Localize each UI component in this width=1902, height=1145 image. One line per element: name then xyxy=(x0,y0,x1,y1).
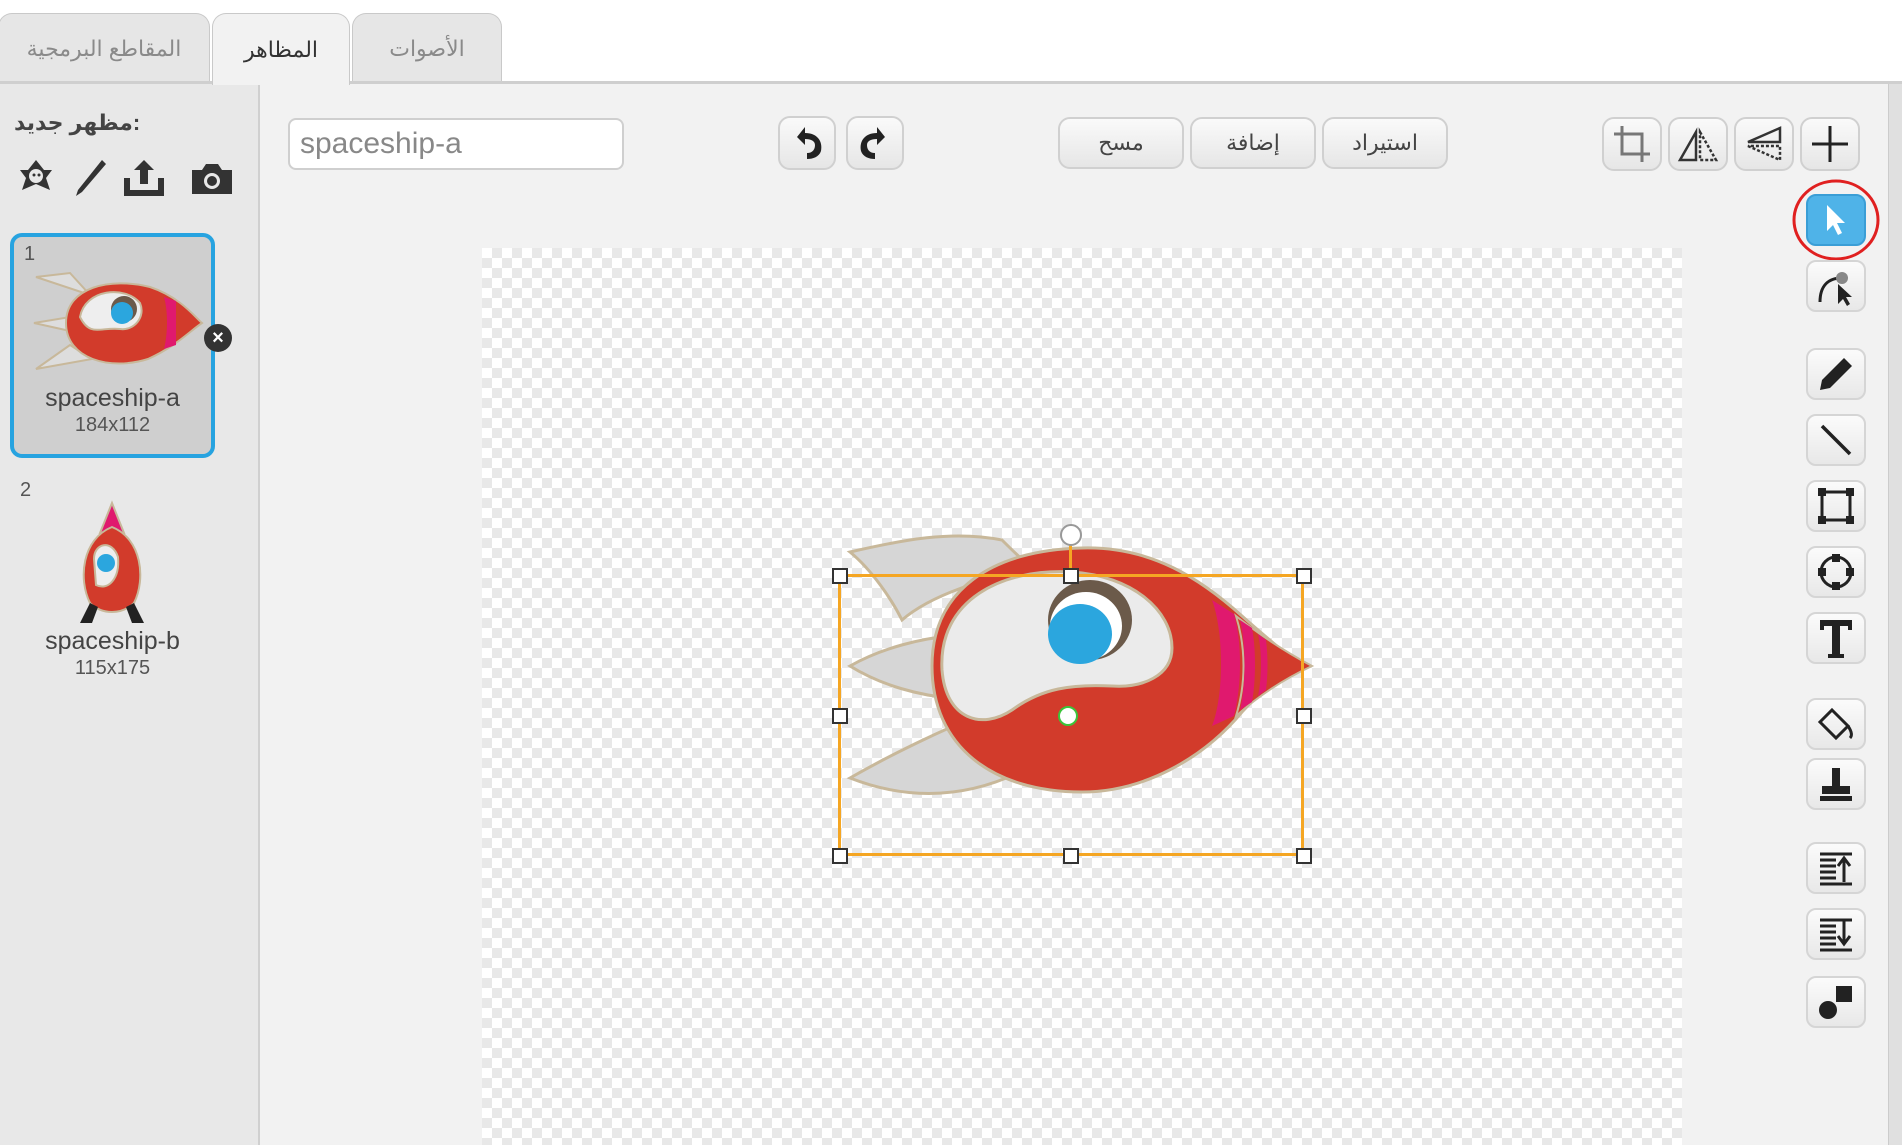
costume-name: spaceship-a xyxy=(45,384,180,412)
crop-icon xyxy=(1614,126,1650,162)
rectangle-tool[interactable] xyxy=(1806,480,1866,532)
tab-scripts[interactable]: المقاطع البرمجية xyxy=(0,13,210,83)
new-costume-label: مظهر جديد: xyxy=(14,110,141,135)
ellipse-icon xyxy=(1818,554,1854,590)
fill-tool[interactable] xyxy=(1806,698,1866,750)
group-tool[interactable] xyxy=(1806,976,1866,1028)
costume-number: 1 xyxy=(24,243,36,265)
resize-handle-top-right[interactable] xyxy=(1296,568,1312,584)
text-icon xyxy=(1820,620,1852,658)
costume-thumbnail-rocket-a xyxy=(33,271,204,370)
crop-button[interactable] xyxy=(1602,117,1662,171)
delete-costume-icon[interactable]: × xyxy=(204,324,232,352)
costume-name-input[interactable]: spaceship-a xyxy=(288,118,624,170)
costume-size: 115x175 xyxy=(74,657,151,679)
camera-icon[interactable] xyxy=(188,154,236,202)
costume-list-pane: مظهر جديد: 1 spaceship-a 184x112 × 2 spa… xyxy=(0,84,260,1145)
resize-handle-left[interactable] xyxy=(832,708,848,724)
resize-handle-top-left[interactable] xyxy=(832,568,848,584)
reshape-icon xyxy=(1818,272,1852,306)
set-center-icon xyxy=(1812,126,1848,162)
reshape-tool[interactable] xyxy=(1806,260,1866,312)
line-tool[interactable] xyxy=(1806,414,1866,466)
paint-bucket-icon xyxy=(1817,707,1853,741)
line-icon xyxy=(1820,424,1852,456)
undo-icon xyxy=(797,127,822,159)
tab-sounds[interactable]: الأصوات xyxy=(352,13,502,83)
redo-button[interactable] xyxy=(846,116,904,170)
text-tool[interactable] xyxy=(1806,612,1866,664)
highlight-ring xyxy=(1792,179,1880,261)
bring-forward-tool[interactable] xyxy=(1806,842,1866,894)
resize-handle-bottom-left[interactable] xyxy=(832,848,848,864)
send-backward-icon xyxy=(1820,918,1852,952)
flip-horizontal-icon xyxy=(1677,127,1719,162)
stamp-tool[interactable] xyxy=(1806,758,1866,810)
set-center-button[interactable] xyxy=(1800,117,1860,171)
editor-scrollbar[interactable] xyxy=(1888,84,1902,1145)
pencil-icon xyxy=(1820,358,1852,390)
flip-vertical-icon xyxy=(1747,126,1782,162)
ellipse-tool[interactable] xyxy=(1806,546,1866,598)
resize-handle-bottom-right[interactable] xyxy=(1296,848,1312,864)
clear-button[interactable]: مسح xyxy=(1058,117,1184,169)
resize-handle-top[interactable] xyxy=(1063,568,1079,584)
tab-costumes[interactable]: المظاهر xyxy=(212,13,350,85)
pencil-tool[interactable] xyxy=(1806,348,1866,400)
paintbrush-icon[interactable] xyxy=(66,154,114,202)
resize-handle-right[interactable] xyxy=(1296,708,1312,724)
costume-size: 184x112 xyxy=(74,414,151,436)
costume-center-marker[interactable] xyxy=(1058,706,1078,726)
rectangle-icon xyxy=(1818,488,1854,524)
undo-button[interactable] xyxy=(778,116,836,170)
costume-item-1[interactable]: 1 spaceship-a 184x112 xyxy=(10,233,215,458)
costume-item-2[interactable]: 2 spaceship-b 115x175 xyxy=(10,479,215,704)
costume-number: 2 xyxy=(20,479,32,501)
upload-icon[interactable] xyxy=(120,154,168,202)
paint-canvas[interactable] xyxy=(482,248,1682,1145)
costume-thumbnail-rocket-b xyxy=(80,500,144,623)
send-backward-tool[interactable] xyxy=(1806,908,1866,960)
costume-name: spaceship-b xyxy=(45,627,180,655)
flip-vertical-button[interactable] xyxy=(1734,117,1794,171)
flip-horizontal-button[interactable] xyxy=(1668,117,1728,171)
sprite-library-icon[interactable] xyxy=(12,154,60,202)
rotation-handle[interactable] xyxy=(1060,524,1082,546)
bring-forward-icon xyxy=(1820,852,1852,886)
redo-icon xyxy=(860,127,885,159)
group-icon xyxy=(1819,986,1852,1019)
resize-handle-bottom[interactable] xyxy=(1063,848,1079,864)
add-button[interactable]: إضافة xyxy=(1190,117,1316,169)
stamp-icon xyxy=(1820,768,1852,801)
import-button[interactable]: استيراد xyxy=(1322,117,1448,169)
